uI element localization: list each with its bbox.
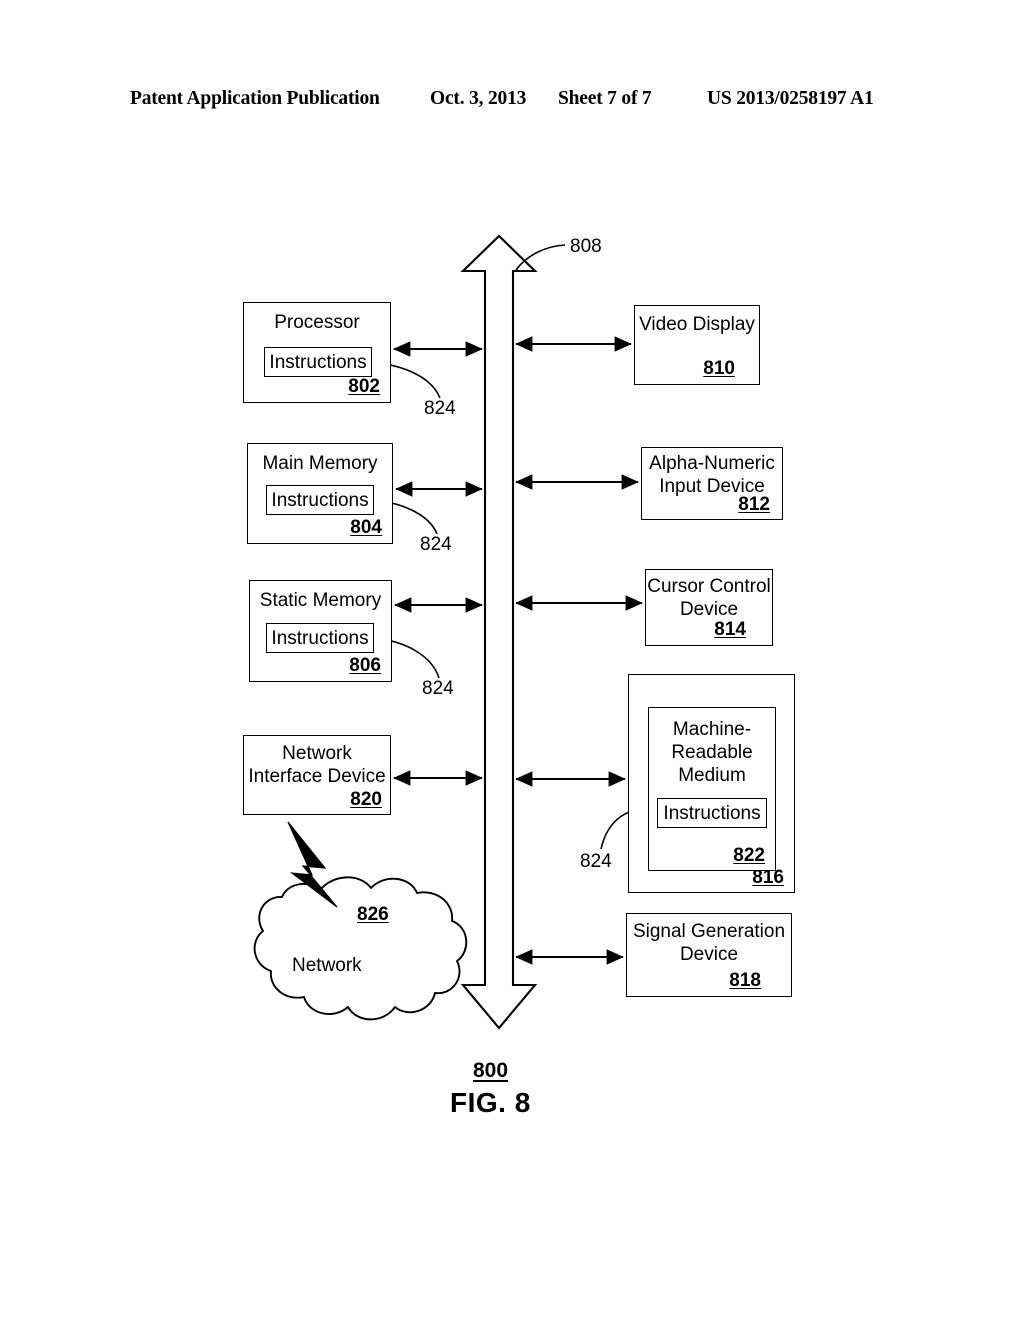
label-instruction-leader-main-memory: 824 <box>420 534 452 555</box>
block-cursor-control-device-ref: 814 <box>714 619 746 640</box>
block-alphanumeric-input-device[interactable]: Alpha-Numeric Input Device 812 <box>641 447 783 520</box>
block-static-memory-instructions-label: Instructions <box>271 628 369 649</box>
network-cloud <box>253 876 468 1021</box>
block-network-interface-device-ref: 820 <box>350 789 382 810</box>
label-bus-ref: 808 <box>570 236 602 257</box>
block-video-display-ref: 810 <box>703 358 735 379</box>
figure-8-diagram: Processor 802 Instructions Main Memory 8… <box>0 0 1024 1320</box>
block-processor-instructions-label: Instructions <box>269 352 367 373</box>
block-machine-readable-medium-instructions-label: Instructions <box>663 803 761 824</box>
block-signal-generation-device-ref: 818 <box>729 970 761 991</box>
label-system-ref: 800 <box>473 1059 509 1082</box>
block-network-interface-device-title: Network Interface Device <box>248 743 386 787</box>
figure-caption: FIG. 8 <box>450 1087 531 1118</box>
block-static-memory-instructions[interactable]: Instructions <box>266 623 374 653</box>
block-video-display-title: Video Display <box>639 314 755 335</box>
label-instruction-leader-processor: 824 <box>424 398 456 419</box>
block-network-interface-device[interactable]: Network Interface Device 820 <box>243 735 391 815</box>
block-main-memory-instructions-label: Instructions <box>271 490 369 511</box>
block-processor-instructions[interactable]: Instructions <box>264 347 372 377</box>
block-video-display[interactable]: Video Display 810 <box>634 305 760 385</box>
block-cursor-control-device-title: Cursor Control Device <box>647 576 771 620</box>
block-alphanumeric-input-device-ref: 812 <box>738 494 770 515</box>
label-instruction-leader-static-memory: 824 <box>422 678 454 699</box>
figure-vector-layer <box>253 234 656 1030</box>
block-signal-generation-device-title: Signal Generation Device <box>632 921 786 965</box>
system-bus-arrow <box>460 234 538 1030</box>
block-alphanumeric-input-device-title: Alpha-Numeric Input Device <box>649 453 775 497</box>
label-network-name: Network <box>292 955 362 976</box>
block-cursor-control-device[interactable]: Cursor Control Device 814 <box>645 569 773 646</box>
block-machine-readable-medium-instructions[interactable]: Instructions <box>657 798 767 828</box>
block-machine-readable-medium-ref: 822 <box>733 845 765 866</box>
block-static-memory-title: Static Memory <box>259 590 382 611</box>
block-machine-readable-medium[interactable]: Machine- Readable Medium 822 <box>648 707 776 871</box>
block-signal-generation-device[interactable]: Signal Generation Device 818 <box>626 913 792 997</box>
block-processor-ref: 802 <box>348 376 380 397</box>
block-machine-readable-medium-title: Machine- Readable Medium <box>671 719 753 786</box>
block-main-memory-title: Main Memory <box>262 453 378 474</box>
label-network-ref: 826 <box>357 904 389 925</box>
block-main-memory-instructions[interactable]: Instructions <box>266 485 374 515</box>
label-instruction-leader-machine-readable-medium: 824 <box>580 851 612 872</box>
block-processor-title: Processor <box>274 312 360 333</box>
block-main-memory-ref: 804 <box>350 517 382 538</box>
block-static-memory-ref: 806 <box>349 655 381 676</box>
